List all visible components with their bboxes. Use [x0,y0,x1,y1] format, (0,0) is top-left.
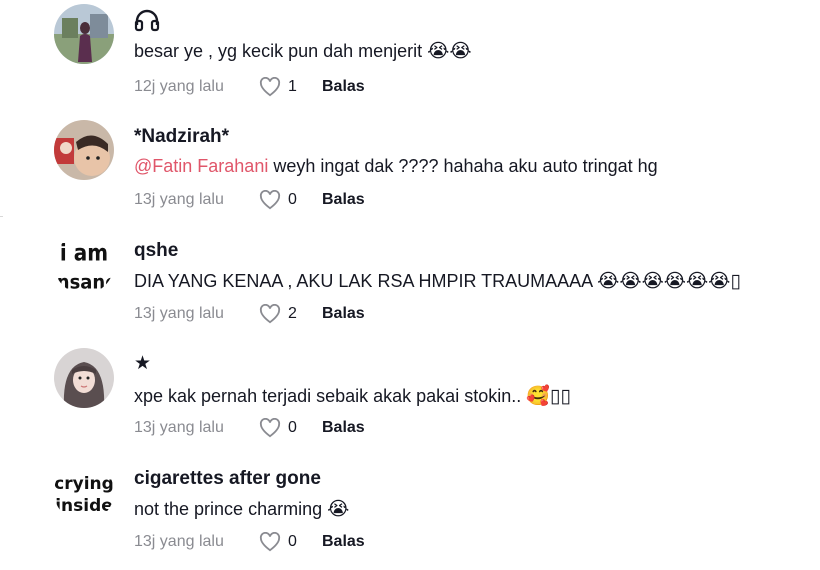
comment-item: *Nadzirah* @Fatin Farahani weyh ingat da… [0,114,820,228]
comment-text: besar ye , yg kecik pun dah menjerit 😭😭 [134,40,472,62]
comment-item: crying inside cigarettes after gone not … [0,456,820,570]
avatar-photo [54,4,114,64]
avatar-photo [54,120,114,180]
avatar[interactable]: crying inside [54,462,114,522]
emoji-group: 😭😭 [427,40,472,62]
avatar-text-art: crying inside [54,474,114,516]
comment-meta: 13j yang lalu 0 Balas [134,190,365,210]
reply-button[interactable]: Balas [322,419,365,437]
timestamp: 13j yang lalu [134,191,224,208]
emoji-group: 😭 [327,498,350,520]
comment-body: DIA YANG KENAA , AKU LAK RSA HMPIR TRAUM… [134,271,593,291]
comment-body: xpe kak pernah terjadi sebaik akak pakai… [134,386,522,406]
reply-button[interactable]: Balas [322,305,365,323]
svg-text:crying: crying [54,474,114,494]
avatar[interactable] [54,120,114,180]
emoji-group: 🥰▯▯ [526,385,571,407]
emoji-group: 😭😭😭😭😭😭▯ [597,270,741,292]
comment-body: not the prince charming [134,499,323,519]
avatar-photo [54,348,114,408]
timestamp: 13j yang lalu [134,533,224,550]
mention-link[interactable]: @Fatin Farahani [134,156,268,176]
comment-meta: 13j yang lalu 2 Balas [134,304,365,324]
like-count: 2 [288,305,297,322]
like-button[interactable]: 1 [259,77,322,97]
heart-icon [259,304,281,324]
avatar-text-art: i am insane [54,240,114,294]
comment-item: besar ye , yg kecik pun dah menjerit 😭😭 … [0,0,820,114]
comment-meta: 13j yang lalu 0 Balas [134,532,365,552]
svg-text:inside: inside [55,496,113,516]
headphones-icon [134,9,160,32]
heart-icon [259,532,281,552]
timestamp: 13j yang lalu [134,419,224,436]
avatar[interactable] [54,348,114,408]
username[interactable]: qshe [134,240,178,262]
username[interactable] [134,8,160,38]
comment-item: i am insane qshe DIA YANG KENAA , AKU LA… [0,228,820,342]
like-count: 0 [288,191,297,208]
like-button[interactable]: 2 [259,304,322,324]
timestamp: 13j yang lalu [134,305,224,322]
heart-icon [259,418,281,438]
comment-body: besar ye , yg kecik pun dah menjerit [134,41,423,61]
comment-body: weyh ingat dak ???? hahaha aku auto trin… [268,156,658,176]
comment-item: ★ xpe kak pernah terjadi sebaik akak pak… [0,342,820,456]
like-button[interactable]: 0 [259,532,322,552]
like-count: 0 [288,533,297,550]
username[interactable]: cigarettes after gone [134,468,321,490]
heart-icon [259,190,281,210]
reply-button[interactable]: Balas [322,533,365,551]
avatar[interactable] [54,4,114,64]
avatar[interactable]: i am insane [54,234,114,294]
reply-button[interactable]: Balas [322,191,365,209]
comment-text: xpe kak pernah terjadi sebaik akak pakai… [134,384,571,407]
like-button[interactable]: 0 [259,190,322,210]
heart-icon [259,77,281,97]
svg-text:i am: i am [60,240,108,267]
svg-text:insane: insane [54,272,114,294]
comment-meta: 12j yang lalu 1 Balas [134,77,365,97]
timestamp: 12j yang lalu [134,78,224,95]
like-count: 0 [288,419,297,436]
like-button[interactable]: 0 [259,418,322,438]
username[interactable]: ★ [134,352,151,375]
reply-button[interactable]: Balas [322,78,365,96]
like-count: 1 [288,78,297,95]
comment-text: @Fatin Farahani weyh ingat dak ???? haha… [134,156,658,177]
username[interactable]: *Nadzirah* [134,126,229,148]
divider [0,216,3,217]
comment-text: not the prince charming 😭 [134,498,349,520]
comment-text: DIA YANG KENAA , AKU LAK RSA HMPIR TRAUM… [134,270,741,292]
comment-meta: 13j yang lalu 0 Balas [134,418,365,438]
